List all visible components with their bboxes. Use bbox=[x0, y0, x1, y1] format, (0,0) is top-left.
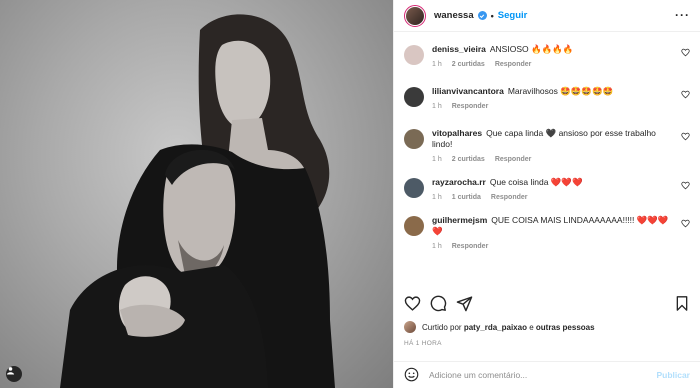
commenter-avatar[interactable] bbox=[404, 45, 424, 65]
post-side-panel: wanessa • Seguir ··· deniss_vieira ANSIOS… bbox=[393, 0, 700, 388]
likes-prefix: Curtido por bbox=[422, 322, 462, 332]
comment-username[interactable]: rayzarocha.rr bbox=[432, 177, 486, 187]
comment-text: Que coisa linda ❤️❤️❤️ bbox=[489, 177, 583, 187]
comment-username[interactable]: vitopalhares bbox=[432, 128, 482, 138]
comment-heart-icon[interactable] bbox=[681, 48, 690, 59]
likes-others[interactable]: outras pessoas bbox=[536, 323, 595, 332]
comment-heart-icon[interactable] bbox=[681, 90, 690, 101]
comment-input[interactable] bbox=[429, 370, 657, 380]
verified-icon bbox=[477, 11, 487, 20]
comment-likes[interactable]: 2 curtidas bbox=[452, 156, 485, 163]
likes-middle: e bbox=[529, 322, 534, 332]
comment-likes[interactable]: 2 curtidas bbox=[452, 61, 485, 68]
comment-heart-icon[interactable] bbox=[681, 132, 690, 143]
comment-item: rayzarocha.rr Que coisa linda ❤️❤️❤️ 1 h 1… bbox=[394, 177, 700, 201]
add-comment-bar: Publicar bbox=[394, 361, 700, 388]
user-tag-icon[interactable] bbox=[6, 366, 22, 382]
comments-list: deniss_vieira ANSIOSO 🔥🔥🔥🔥 1 h 2 curtidas R… bbox=[394, 38, 700, 286]
reply-button[interactable]: Responder bbox=[452, 103, 489, 110]
commenter-avatar[interactable] bbox=[404, 216, 424, 236]
post-actions bbox=[404, 294, 690, 312]
commenter-avatar[interactable] bbox=[404, 178, 424, 198]
reply-button[interactable]: Responder bbox=[495, 61, 532, 68]
commenter-avatar[interactable] bbox=[404, 87, 424, 107]
reply-button[interactable]: Responder bbox=[452, 243, 489, 250]
reply-button[interactable]: Responder bbox=[491, 194, 528, 201]
comment-item: deniss_vieira ANSIOSO 🔥🔥🔥🔥 1 h 2 curtidas R… bbox=[394, 44, 700, 68]
commenter-avatar[interactable] bbox=[404, 129, 424, 149]
comment-username[interactable]: deniss_vieira bbox=[432, 44, 486, 54]
comment-time[interactable]: 1 h bbox=[432, 61, 442, 68]
photo-illustration bbox=[60, 14, 336, 388]
post-header: wanessa • Seguir ··· bbox=[394, 0, 700, 32]
comment-item: guilhermejsm QUE COISA MAIS LINDAAAAAAA!!… bbox=[394, 215, 700, 250]
post-photo[interactable] bbox=[0, 0, 393, 388]
heart-icon[interactable] bbox=[404, 295, 421, 312]
post-time[interactable]: HÁ 1 HORA bbox=[404, 340, 442, 347]
author-username[interactable]: wanessa bbox=[434, 10, 474, 21]
liker-avatar[interactable] bbox=[404, 321, 416, 333]
follow-button[interactable]: Seguir bbox=[498, 10, 528, 21]
comment-time[interactable]: 1 h bbox=[432, 156, 442, 163]
more-icon[interactable]: ··· bbox=[675, 8, 690, 22]
comment-likes[interactable]: 1 curtida bbox=[452, 194, 481, 201]
comment-username[interactable]: guilhermejsm bbox=[432, 215, 487, 225]
comment-heart-icon[interactable] bbox=[681, 219, 690, 230]
likes-summary: Curtido por paty_rda_paixao e outras pes… bbox=[404, 321, 595, 333]
comment-text: Maravilhosos 🤩🤩🤩🤩🤩 bbox=[507, 86, 614, 96]
publish-button[interactable]: Publicar bbox=[656, 370, 690, 380]
comment-heart-icon[interactable] bbox=[681, 181, 690, 192]
reply-button[interactable]: Responder bbox=[495, 156, 532, 163]
emoji-icon[interactable] bbox=[404, 367, 419, 384]
dot-separator: • bbox=[490, 10, 494, 21]
comment-text: ANSIOSO 🔥🔥🔥🔥 bbox=[489, 44, 574, 54]
liker-username[interactable]: paty_rda_paixao bbox=[464, 323, 527, 332]
comment-time[interactable]: 1 h bbox=[432, 103, 442, 110]
comment-time[interactable]: 1 h bbox=[432, 194, 442, 201]
author-avatar[interactable] bbox=[404, 4, 426, 27]
comment-username[interactable]: lilianvivancantora bbox=[432, 86, 504, 96]
comment-item: lilianvivancantora Maravilhosos 🤩🤩🤩🤩🤩 1 h… bbox=[394, 86, 700, 110]
bookmark-icon[interactable] bbox=[674, 295, 690, 312]
share-icon[interactable] bbox=[456, 295, 473, 312]
comment-time[interactable]: 1 h bbox=[432, 243, 442, 250]
comment-icon[interactable] bbox=[430, 295, 447, 312]
comment-item: vitopalhares Que capa linda 🖤 ansioso por… bbox=[394, 128, 700, 163]
